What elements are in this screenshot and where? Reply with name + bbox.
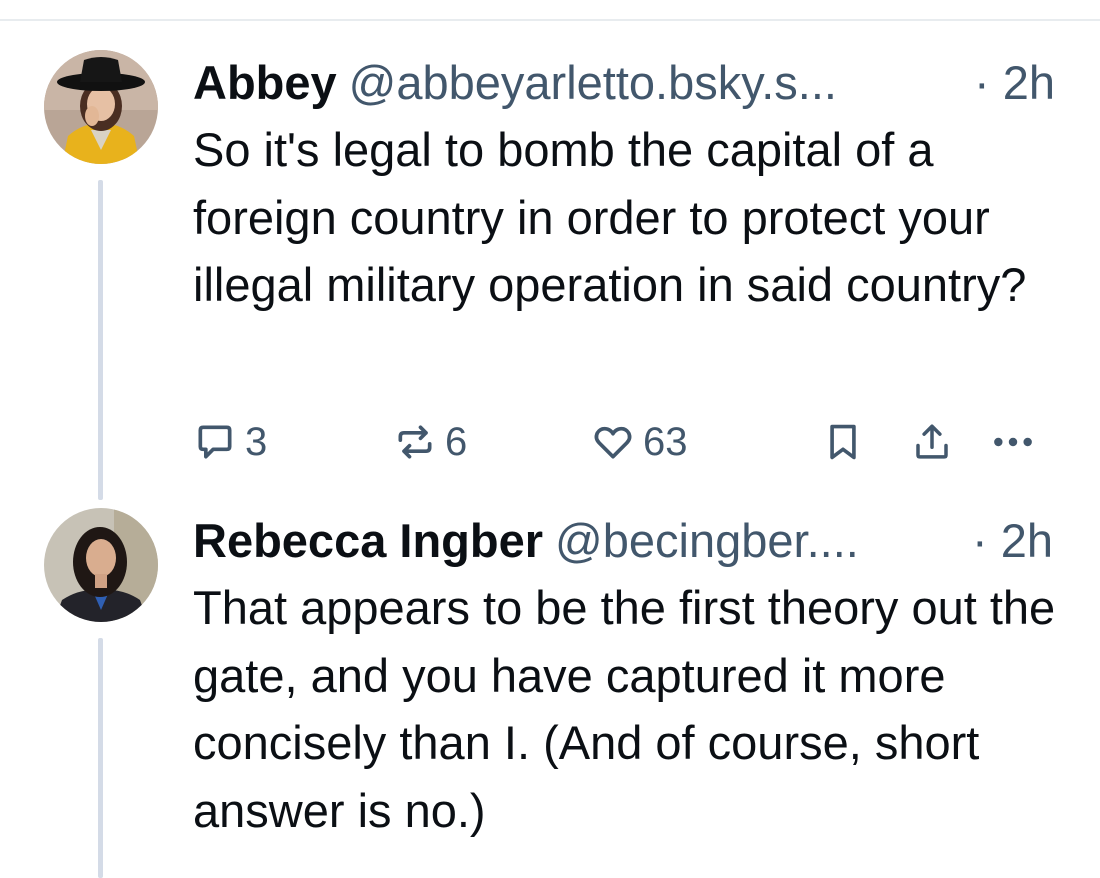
ellipsis-icon <box>994 437 1032 447</box>
avatar[interactable] <box>44 508 158 622</box>
thread-line <box>98 180 103 500</box>
post-header: Abbey @abbeyarletto.bsky.s... · 2h <box>193 50 1073 116</box>
timestamp[interactable]: · 2h <box>972 508 1053 574</box>
post-header: Rebecca Ingber @becingber.... · 2h <box>193 508 1073 574</box>
bookmark-icon <box>830 424 856 460</box>
share-icon <box>916 424 948 459</box>
display-name[interactable]: Abbey <box>193 56 337 109</box>
repost-button[interactable]: 6 <box>393 417 467 467</box>
handle[interactable]: @becingber.... <box>555 514 859 567</box>
post-actions: 3 6 63 <box>193 417 1053 467</box>
bookmark-button[interactable] <box>823 417 863 467</box>
like-count: 63 <box>643 419 688 464</box>
more-options-button[interactable] <box>989 417 1037 467</box>
share-button[interactable] <box>911 417 953 467</box>
post-content: Abbey @abbeyarletto.bsky.s... · 2h So it'… <box>193 50 1073 319</box>
handle[interactable]: @abbeyarletto.bsky.s... <box>349 56 837 109</box>
thread-line <box>98 638 103 878</box>
post-text: That appears to be the first theory out … <box>193 581 1056 837</box>
reply-button[interactable]: 3 <box>193 417 267 467</box>
repost-count: 6 <box>445 419 468 464</box>
timestamp[interactable]: · 2h <box>974 50 1055 116</box>
post-text: So it's legal to bomb the capital of a f… <box>193 123 1027 311</box>
reply-count: 3 <box>245 419 268 464</box>
post-content: Rebecca Ingber @becingber.... · 2h That a… <box>193 508 1073 844</box>
avatar[interactable] <box>44 50 158 164</box>
top-divider <box>0 19 1100 21</box>
display-name[interactable]: Rebecca Ingber <box>193 514 543 567</box>
repost-arrows-icon <box>398 425 432 459</box>
heart-icon <box>594 426 632 459</box>
like-button[interactable]: 63 <box>591 417 688 467</box>
speech-bubble-icon <box>198 425 232 459</box>
